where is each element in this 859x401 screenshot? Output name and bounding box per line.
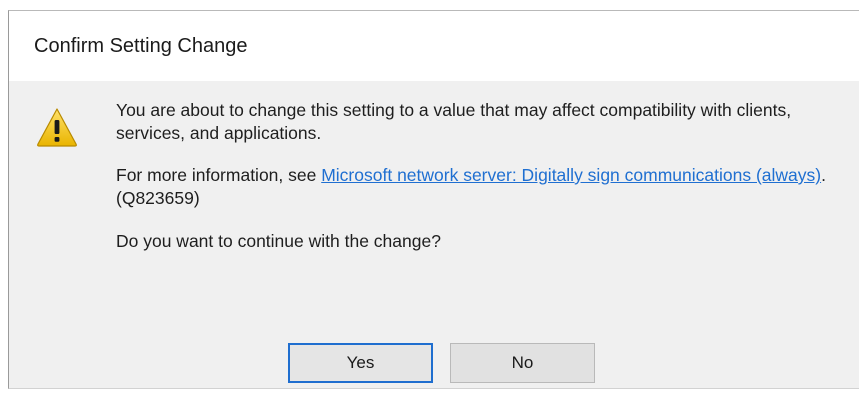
warning-message: You are about to change this setting to … xyxy=(116,100,792,143)
screen: Confirm Setting Change You are about to … xyxy=(0,0,859,401)
more-info-text: For more information, see Microsoft netw… xyxy=(116,164,856,210)
confirm-setting-change-dialog: Confirm Setting Change You are about to … xyxy=(8,10,859,389)
yes-button[interactable]: Yes xyxy=(288,343,433,383)
policy-help-link[interactable]: Microsoft network server: Digitally sign… xyxy=(321,165,821,185)
more-info-prefix: For more information, see xyxy=(116,165,322,185)
dialog-content: You are about to change this setting to … xyxy=(116,99,856,253)
dialog-title-bar: Confirm Setting Change xyxy=(9,11,859,81)
warning-icon xyxy=(37,108,77,147)
dialog-title: Confirm Setting Change xyxy=(34,35,248,57)
confirmation-question: Do you want to continue with the change? xyxy=(116,231,441,251)
no-button[interactable]: No xyxy=(450,343,595,383)
